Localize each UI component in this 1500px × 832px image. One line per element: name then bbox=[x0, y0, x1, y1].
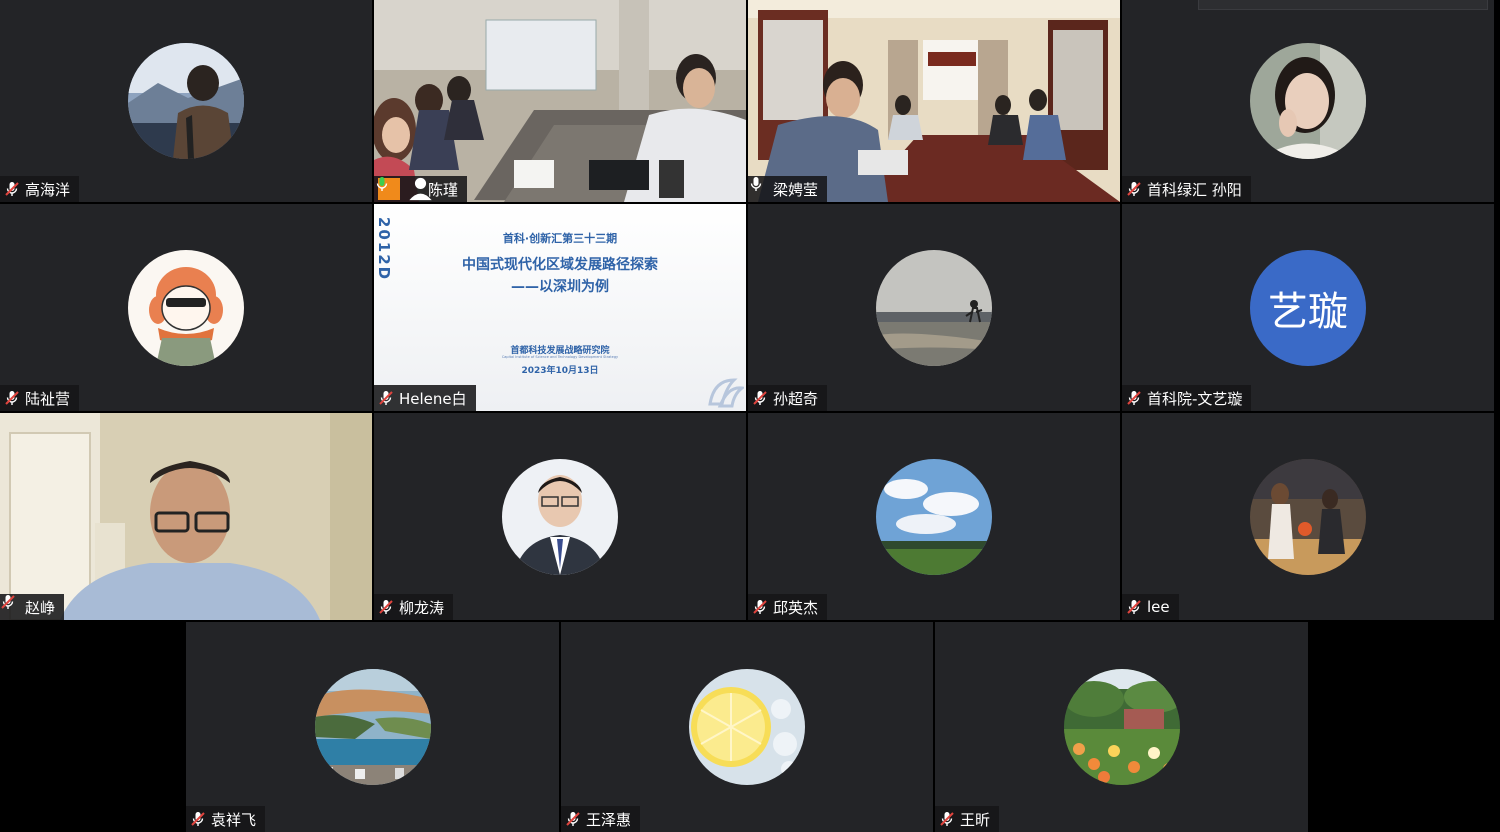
avatar bbox=[876, 458, 992, 575]
name-label: 孙超奇 bbox=[748, 385, 828, 411]
slide-line3: ——以深圳为例 bbox=[511, 279, 609, 295]
mic-muted-icon[interactable] bbox=[1126, 599, 1142, 615]
slide-date: 2023年10月13日 bbox=[521, 366, 599, 376]
participant-name: lee bbox=[1147, 598, 1170, 616]
shared-screen-tile[interactable]: 2012D 首科·创新汇第三十三期 中国式现代化区域发展路径探索 ——以深圳为例… bbox=[373, 203, 747, 412]
participant-tile-10[interactable]: 柳龙涛 bbox=[373, 412, 747, 621]
name-label: 梁娉莹 bbox=[748, 176, 828, 202]
participant-tile-1[interactable]: 高海洋 bbox=[0, 0, 373, 203]
avatar bbox=[502, 458, 618, 575]
name-label: 柳龙涛 bbox=[374, 594, 454, 620]
participant-name: 王昕 bbox=[960, 810, 991, 829]
slide-line1: 首科·创新汇第三十三期 bbox=[502, 232, 618, 245]
name-label: 袁祥飞 bbox=[186, 806, 266, 832]
participant-name: 王泽惠 bbox=[586, 810, 632, 829]
participant-tile-15[interactable]: 王昕 bbox=[934, 621, 1309, 832]
slide-org-en: Capital Institute of Science and Technol… bbox=[501, 355, 619, 359]
participant-name: 高海洋 bbox=[25, 180, 71, 199]
participant-tile-14[interactable]: 王泽惠 bbox=[560, 621, 934, 832]
slide-logo bbox=[708, 378, 744, 408]
mic-muted-icon[interactable] bbox=[1, 599, 20, 615]
mic-muted-icon[interactable] bbox=[1126, 390, 1142, 406]
avatar bbox=[876, 249, 992, 366]
mic-on-icon[interactable] bbox=[752, 181, 768, 197]
participant-name: 袁祥飞 bbox=[211, 810, 257, 829]
participant-name: 梁娉莹 bbox=[773, 180, 819, 199]
name-label: 首科绿汇 孙阳 bbox=[1122, 176, 1251, 202]
avatar bbox=[128, 43, 244, 159]
name-label: 首科院-文艺璇 bbox=[1122, 385, 1252, 411]
avatar bbox=[314, 669, 431, 785]
video-feed bbox=[748, 0, 1120, 202]
name-label: Helene白 bbox=[374, 385, 476, 411]
mic-muted-icon[interactable] bbox=[1126, 181, 1142, 197]
participant-tile-8[interactable]: 艺璇 首科院-文艺璇 bbox=[1121, 203, 1495, 412]
mic-muted-icon[interactable] bbox=[4, 390, 20, 406]
mic-muted-icon[interactable] bbox=[752, 599, 768, 615]
mic-muted-icon[interactable] bbox=[565, 811, 581, 827]
name-label: 王泽惠 bbox=[561, 806, 641, 832]
participant-name: 赵峥 bbox=[25, 598, 56, 617]
mic-muted-icon[interactable] bbox=[4, 181, 20, 197]
participant-tile-4[interactable]: 首科绿汇 孙阳 bbox=[1121, 0, 1495, 203]
name-label: 王昕 bbox=[935, 806, 1000, 832]
participant-tile-9[interactable]: 赵峥 bbox=[0, 412, 373, 621]
name-label: 陆祉营 bbox=[0, 385, 80, 411]
avatar bbox=[1250, 458, 1366, 575]
video-feed bbox=[0, 413, 372, 620]
mic-muted-icon[interactable] bbox=[752, 390, 768, 406]
top-toolbar-strip[interactable] bbox=[1198, 0, 1488, 10]
text-avatar: 艺璇 bbox=[1250, 249, 1366, 366]
mic-muted-icon[interactable] bbox=[939, 811, 955, 827]
mic-muted-icon[interactable] bbox=[378, 599, 394, 615]
participant-tile-2[interactable]: 陈瑾 bbox=[373, 0, 747, 203]
avatar bbox=[128, 249, 244, 366]
avatar bbox=[689, 669, 805, 785]
name-label: lee bbox=[1122, 594, 1179, 620]
slide-line2: 中国式现代化区域发展路径探索 bbox=[462, 257, 658, 273]
participant-name: Helene白 bbox=[399, 389, 467, 408]
video-feed bbox=[374, 0, 746, 202]
name-label: 陈瑾 bbox=[374, 176, 468, 202]
avatar bbox=[1063, 669, 1180, 785]
participant-name: 邱英杰 bbox=[773, 598, 819, 617]
participant-tile-12[interactable]: lee bbox=[1121, 412, 1495, 621]
name-label: 邱英杰 bbox=[748, 594, 828, 620]
name-label: 赵峥 bbox=[0, 594, 65, 620]
participant-tile-13[interactable]: 袁祥飞 bbox=[185, 621, 560, 832]
participant-tile-5[interactable]: 陆祉营 bbox=[0, 203, 373, 412]
mic-muted-icon[interactable] bbox=[190, 811, 206, 827]
participant-name: 首科院-文艺璇 bbox=[1147, 389, 1243, 408]
name-label: 高海洋 bbox=[0, 176, 80, 202]
participant-name: 首科绿汇 孙阳 bbox=[1147, 180, 1242, 199]
participant-tile-3[interactable]: 梁娉莹 bbox=[747, 0, 1121, 203]
avatar bbox=[1250, 43, 1366, 159]
participant-name: 孙超奇 bbox=[773, 389, 819, 408]
participant-tile-11[interactable]: 邱英杰 bbox=[747, 412, 1121, 621]
participant-name: 陆祉营 bbox=[25, 389, 71, 408]
participant-name: 柳龙涛 bbox=[399, 598, 445, 617]
participant-tile-7[interactable]: 孙超奇 bbox=[747, 203, 1121, 412]
mic-muted-icon[interactable] bbox=[378, 390, 394, 406]
